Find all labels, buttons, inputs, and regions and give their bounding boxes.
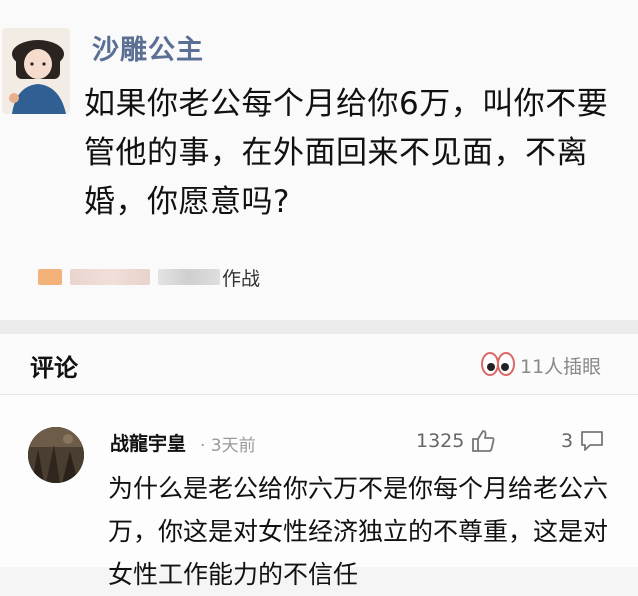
- post-author-name[interactable]: 沙雕公主: [92, 28, 204, 67]
- reply-icon: [581, 431, 603, 451]
- eyes-icon[interactable]: [481, 351, 515, 377]
- like-count: 1325: [416, 430, 465, 452]
- source-suffix-label: 作战: [222, 267, 261, 290]
- source-blurred-name-2: [158, 269, 220, 285]
- post-body-text: 如果你老公每个月给你6万，叫你不要管他的事，在外面回来不见面，不离婚，你愿意吗?: [84, 86, 609, 220]
- source-icon: [38, 269, 62, 285]
- section-divider: [0, 320, 638, 334]
- insert-eye-count[interactable]: 11人插眼: [520, 352, 601, 379]
- like-button[interactable]: 1325: [416, 429, 496, 453]
- post-source[interactable]: 作战: [38, 265, 261, 290]
- author-avatar[interactable]: [2, 28, 70, 114]
- commenter-avatar[interactable]: [28, 427, 84, 483]
- comment-item: 战龍宇皇 · 3天前 1325 3 为什么是老公给你六万不是你每个月给老公六万，…: [0, 395, 638, 589]
- post-card: 沙雕公主 如果你老公每个月给你6万，叫你不要管他的事，在外面回来不见面，不离婚，…: [0, 0, 638, 320]
- commenter-name[interactable]: 战龍宇皇: [110, 429, 186, 456]
- comments-header: 评论 11人插眼: [0, 334, 638, 394]
- thumbs-up-icon: [472, 430, 495, 452]
- reply-button[interactable]: 3: [561, 429, 605, 453]
- comment-time: · 3天前: [200, 436, 256, 456]
- source-blurred-name: [70, 269, 150, 285]
- reply-count: 3: [561, 430, 574, 452]
- comment-body-text: 为什么是老公给你六万不是你每个月给老公六万，你这是对女性经济独立的不尊重，这是对…: [108, 474, 609, 589]
- comments-title: 评论: [30, 354, 78, 382]
